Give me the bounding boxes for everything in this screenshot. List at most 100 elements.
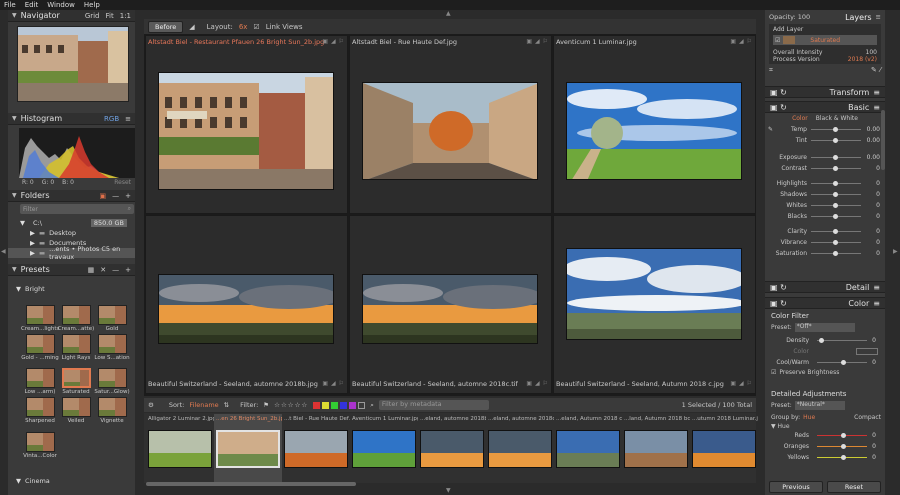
filmstrip-thumb[interactable] [692,430,756,468]
density-slider[interactable]: Density 0 [771,335,881,346]
menu-edit[interactable]: Edit [25,1,39,9]
image-cell[interactable]: Beautiful Switzerland - Seeland, Autumn … [553,215,756,394]
flag-icon[interactable]: ⚐ [747,380,752,387]
slider-whites[interactable]: Whites 0 [765,200,885,211]
preset-thumb[interactable] [26,368,55,388]
slider-knob[interactable] [841,433,846,438]
slider-clarity[interactable]: Clarity 0 [765,226,885,237]
slider-knob[interactable] [833,155,838,160]
oranges-slider[interactable]: Oranges 0 [771,441,881,452]
flag-icon[interactable]: ⚐ [747,38,752,45]
slider-exposure[interactable]: Exposure 0.00 [765,152,885,163]
layer-item[interactable]: ☑ Saturated [773,35,877,45]
menu-icon[interactable]: ≡ [873,283,880,292]
navigator-header[interactable]: ▼ Navigator Grid Fit 1:1 [8,10,135,22]
grid-icon[interactable]: ▣ [322,38,328,45]
color-swatch-row[interactable]: Color [771,346,881,357]
toggle-icon[interactable]: ▣ ↻ [770,88,787,97]
brush-icon[interactable]: ✎ [871,66,877,74]
tab-color[interactable]: Color [792,115,808,122]
image-cell[interactable]: Beautiful Switzerland - Seeland, automne… [349,215,552,394]
search-icon[interactable]: ⌕ [370,401,374,410]
process-row[interactable]: Process Version 2018 (v2) [773,56,877,63]
add-icon[interactable]: + [125,266,131,274]
color-labels[interactable] [313,401,366,409]
before-button[interactable]: Before [148,20,184,33]
yellows-slider[interactable]: Yellows 0 [771,452,881,463]
histogram-header[interactable]: ▼ Histogram RGB ≡ [8,113,135,125]
preset-thumb[interactable] [26,305,55,325]
preset-group[interactable]: ▼ Cinema [16,476,50,486]
color-preset-select[interactable]: *Off* [794,323,855,332]
nav-fit-button[interactable]: Fit [106,12,114,20]
menu-icon[interactable]: ≡ [125,115,131,123]
opacity-field[interactable]: Opacity: 100 [769,13,810,21]
compare-icon[interactable]: ◢ [535,380,540,387]
nav-grid-button[interactable]: Grid [85,12,100,20]
settings-icon[interactable]: ⚙ [148,401,154,409]
preset-thumb[interactable] [98,397,127,417]
collapse-icon[interactable]: — [112,192,119,200]
preset-thumb[interactable] [62,397,91,417]
preserve-checkbox[interactable]: ☑ [771,369,776,376]
hue-row[interactable]: ▼ Hue [771,423,881,430]
menu-file[interactable]: File [4,1,16,9]
flag-icon[interactable]: ⚐ [339,38,344,45]
menu-help[interactable]: Help [84,1,100,9]
preset-thumb[interactable] [98,334,127,354]
transform-header[interactable]: ▣ ↻ Transform ≡ [765,86,885,98]
flag-icon[interactable]: ⚐ [543,380,548,387]
slider-knob[interactable] [841,455,846,460]
filmstrip-thumb[interactable] [420,430,484,468]
grid-icon[interactable]: ▣ [526,38,532,45]
folder-row-selected[interactable]: ▶ ▬ ...ents • Photos C5 en travaux [8,245,135,261]
compare-icon[interactable]: ◢ [739,38,744,45]
slider-blacks[interactable]: Blacks 0 [765,211,885,222]
color-header[interactable]: ▣ ↻ Color ≡ [765,297,885,309]
preserve-row[interactable]: ☑ Preserve Brightness [771,369,881,376]
folders-filter-input[interactable]: Filter ⌕ [20,204,134,214]
add-icon[interactable]: + [125,192,131,200]
layout-select[interactable]: 6x [239,23,248,31]
previous-button[interactable]: Previous [769,481,823,493]
preset-thumb[interactable] [62,368,91,388]
slider-knob[interactable] [833,240,838,245]
tab-black-white[interactable]: Black & White [816,115,858,122]
preset-thumb[interactable] [62,334,91,354]
slider-knob[interactable] [833,192,838,197]
slider-knob[interactable] [833,127,838,132]
label-blue[interactable] [340,401,348,409]
rating-stars[interactable]: ☆☆☆☆☆ [274,401,308,409]
crop-icon[interactable]: ⌗ [769,66,773,75]
compact-toggle[interactable]: Compact [854,414,881,421]
label-yellow[interactable] [322,401,330,409]
slider-knob[interactable] [833,229,838,234]
grid-icon[interactable]: ▣ [730,38,736,45]
menu-icon[interactable]: ≡ [873,103,880,112]
filmstrip-scrollbar[interactable] [146,482,356,486]
folder-icon[interactable]: ▣ [100,192,107,200]
slider-knob[interactable] [819,338,824,343]
metadata-filter-input[interactable]: Filter by metadata [378,400,489,410]
label-none[interactable] [358,401,366,409]
toggle-icon[interactable]: ▣ ↻ [770,299,787,308]
drive-row[interactable]: ▼ C:\ 850.0 GB [8,218,135,228]
preset-thumb[interactable] [26,432,55,452]
color-swatch[interactable] [856,348,878,355]
detailed-preset-select[interactable]: *Neutral* [794,401,845,410]
slider-knob[interactable] [833,181,838,186]
eyedropper-icon[interactable]: ✎ [768,126,773,133]
slider-knob[interactable] [833,138,838,143]
detail-header[interactable]: ▣ ↻ Detail ≡ [765,281,885,293]
compare-icon[interactable]: ◢ [189,23,194,31]
coolwarm-slider[interactable]: Cool/Warm 0 [771,357,881,368]
slider-contrast[interactable]: Contrast 0 [765,163,885,174]
collapse-icon[interactable]: — [112,266,119,274]
menu-window[interactable]: Window [47,1,75,9]
slider-knob[interactable] [833,251,838,256]
reds-slider[interactable]: Reds 0 [771,430,881,441]
eraser-icon[interactable]: ⁄ [880,66,881,74]
add-layer-button[interactable]: Add Layer [773,26,877,33]
slider-knob[interactable] [841,444,846,449]
grid-icon[interactable]: ▣ [526,380,532,387]
